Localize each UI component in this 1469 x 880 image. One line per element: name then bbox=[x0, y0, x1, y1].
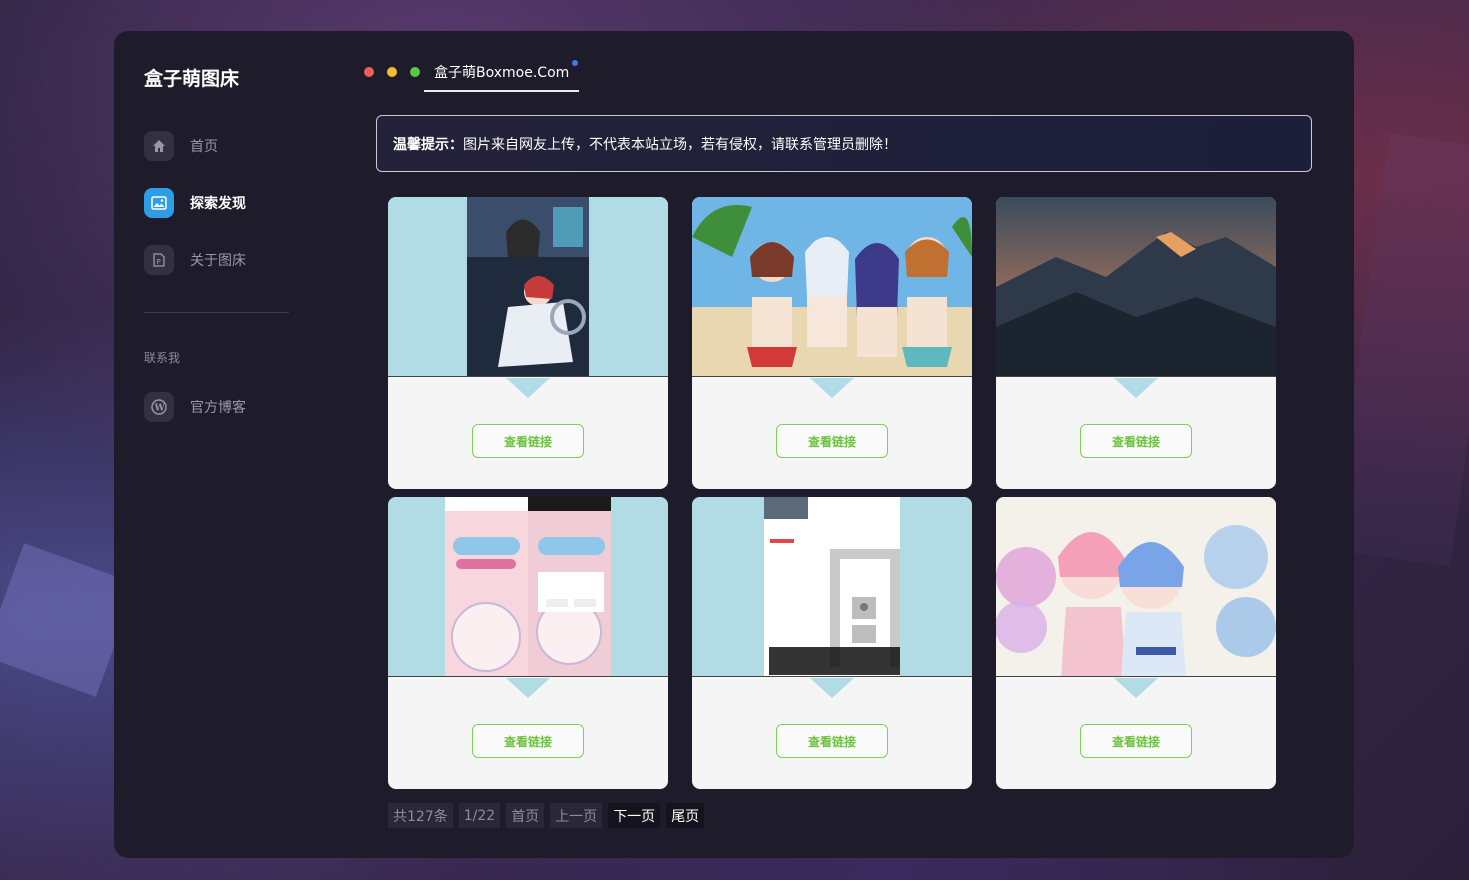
sidebar-divider bbox=[144, 312, 289, 313]
notice-prefix: 温馨提示： bbox=[393, 136, 463, 153]
card-arrow bbox=[1114, 678, 1158, 698]
pagination-page: 1/22 bbox=[458, 803, 501, 828]
sidebar-item-label: 首页 bbox=[190, 139, 218, 155]
home-icon bbox=[144, 131, 174, 161]
green-dot-icon bbox=[410, 67, 420, 77]
image-thumbnail[interactable] bbox=[996, 197, 1276, 377]
image-card: 查看链接 bbox=[692, 197, 972, 489]
pagination-first[interactable]: 首页 bbox=[506, 803, 545, 828]
card-arrow bbox=[810, 378, 854, 398]
section-label-contact: 联系我 bbox=[144, 351, 181, 365]
pagination-total: 共127条 bbox=[388, 803, 453, 828]
image-grid: 查看链接 查看链接 查看链接 查看链接 查看链接 查看链接 bbox=[388, 197, 1276, 789]
view-link-button[interactable]: 查看链接 bbox=[472, 424, 584, 458]
image-card: 查看链接 bbox=[388, 197, 668, 489]
image-card: 查看链接 bbox=[388, 497, 668, 789]
sidebar-item-label: 关于图床 bbox=[190, 253, 246, 269]
sidebar-item-home[interactable]: 首页 bbox=[144, 130, 314, 162]
sidebar-item-blog[interactable]: W 官方博客 bbox=[144, 391, 314, 423]
svg-text:W: W bbox=[154, 404, 166, 414]
site-brand[interactable]: 盒子萌图床 bbox=[144, 64, 239, 91]
sidebar-item-label: 官方博客 bbox=[190, 400, 246, 416]
image-card: 查看链接 bbox=[996, 197, 1276, 489]
image-thumbnail[interactable] bbox=[692, 497, 972, 677]
notice-banner: 温馨提示： 图片来自网友上传，不代表本站立场，若有侵权，请联系管理员删除！ bbox=[376, 115, 1312, 172]
tab-boxmoe[interactable]: 盒子萌Boxmoe.Com bbox=[424, 60, 580, 92]
image-thumbnail[interactable] bbox=[692, 197, 972, 377]
image-card: 查看链接 bbox=[996, 497, 1276, 789]
view-link-button[interactable]: 查看链接 bbox=[472, 724, 584, 758]
pagination-next[interactable]: 下一页 bbox=[608, 803, 661, 828]
image-thumbnail[interactable] bbox=[996, 497, 1276, 677]
image-thumbnail[interactable] bbox=[388, 497, 668, 677]
card-arrow bbox=[506, 678, 550, 698]
view-link-button[interactable]: 查看链接 bbox=[776, 424, 888, 458]
pagination: 共127条 1/22 首页 上一页 下一页 尾页 bbox=[388, 803, 705, 828]
notice-text: 图片来自网友上传，不代表本站立场，若有侵权，请联系管理员删除！ bbox=[463, 136, 897, 153]
pagination-last[interactable]: 尾页 bbox=[666, 803, 705, 828]
pagination-prev[interactable]: 上一页 bbox=[550, 803, 603, 828]
image-card: 查看链接 bbox=[692, 497, 972, 789]
card-arrow bbox=[506, 378, 550, 398]
image-icon bbox=[144, 188, 174, 218]
card-arrow bbox=[1114, 378, 1158, 398]
svg-text:P: P bbox=[157, 258, 161, 266]
sidebar-item-about[interactable]: P 关于图床 bbox=[144, 244, 314, 276]
document-icon: P bbox=[144, 245, 174, 275]
image-thumbnail[interactable] bbox=[388, 197, 668, 377]
sidebar-item-explore[interactable]: 探索发现 bbox=[144, 187, 314, 219]
content-area: 盒子萌Boxmoe.Com 温馨提示： 图片来自网友上传，不代表本站立场，若有侵… bbox=[364, 31, 1354, 858]
view-link-button[interactable]: 查看链接 bbox=[1080, 424, 1192, 458]
yellow-dot-icon bbox=[387, 67, 397, 77]
view-link-button[interactable]: 查看链接 bbox=[1080, 724, 1192, 758]
view-link-button[interactable]: 查看链接 bbox=[776, 724, 888, 758]
wordpress-icon: W bbox=[144, 392, 174, 422]
notification-dot-icon bbox=[572, 60, 579, 66]
main-panel: 盒子萌图床 首页 探索发现 P 关于图床 联系我 W 官方博客 盒子萌Boxmo… bbox=[114, 31, 1354, 858]
window-dots bbox=[364, 67, 420, 77]
tab-label: 盒子萌Boxmoe.Com bbox=[434, 65, 570, 81]
sidebar: 盒子萌图床 首页 探索发现 P 关于图床 联系我 W 官方博客 bbox=[114, 31, 314, 858]
sidebar-item-label: 探索发现 bbox=[190, 196, 246, 212]
card-arrow bbox=[810, 678, 854, 698]
red-dot-icon bbox=[364, 67, 374, 77]
